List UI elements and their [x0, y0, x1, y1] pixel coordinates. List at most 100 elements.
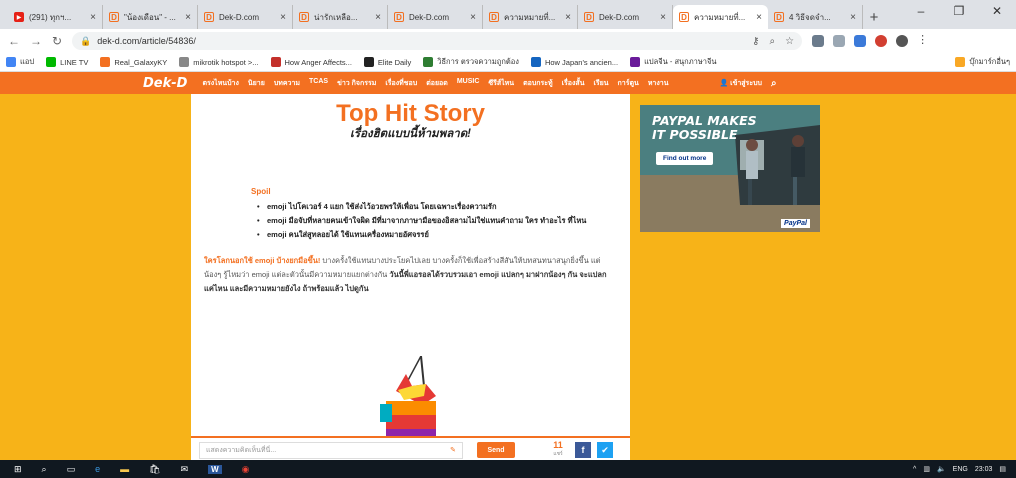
file-explorer-icon[interactable]: ▬ [120, 464, 129, 474]
browser-tab[interactable]: D 4 วิธีจดจำ... × [768, 5, 863, 29]
article-content: Top Hit Story เรื่องฮิตแบบนี้ห้ามพลาด! S… [191, 94, 630, 460]
star-icon[interactable]: ☆ [785, 36, 794, 47]
bookmark-item[interactable]: LINE TV [46, 57, 88, 67]
bookmark-item[interactable]: บุ๊กมาร์กอื่นๆ [955, 56, 1010, 68]
site-nav-item[interactable]: การ์ตูน [618, 78, 639, 89]
bookmark-item[interactable]: วิธีการ ตรวจความถูกต้อง [423, 56, 519, 68]
login-link[interactable]: 👤 เข้าสู่ระบบ [720, 78, 762, 89]
mail-icon[interactable]: ✉ [181, 464, 189, 475]
site-nav-item[interactable]: ตรงไหนบ้าง [202, 78, 238, 89]
site-nav-item[interactable]: เรื่องสั้น [562, 78, 585, 89]
word-icon[interactable]: W [208, 464, 222, 474]
bookmark-item[interactable]: Elite Daily [363, 57, 411, 67]
maximize-button[interactable]: ❐ [940, 0, 978, 22]
extension-icon[interactable] [812, 35, 825, 47]
comment-input[interactable]: แสดงความคิดเห็นที่นี่... ✎ [199, 441, 463, 459]
key-icon[interactable]: ⚷ [752, 36, 759, 47]
browser-tab[interactable]: D Dek-D.com × [388, 5, 483, 29]
search-icon[interactable]: ⌕ [42, 464, 47, 475]
video-icon [530, 57, 541, 67]
spoil-label: Spoil [251, 187, 271, 196]
bookmark-item[interactable]: mikrotik hotspot >... [179, 57, 259, 67]
close-tab-icon[interactable]: × [375, 12, 381, 23]
extension-icon[interactable] [854, 35, 867, 47]
site-nav-item[interactable]: เรียน [594, 78, 609, 89]
close-tab-icon[interactable]: × [660, 12, 666, 23]
profile-avatar[interactable] [896, 35, 909, 47]
dekd-icon: D [679, 12, 689, 22]
edge-icon[interactable]: e [95, 464, 100, 474]
bookmark-item[interactable]: แอป [6, 56, 34, 68]
browser-tab[interactable]: ▶ (291) ทุกฯ... × [8, 5, 103, 29]
notification-icon[interactable]: ▤ [999, 465, 1006, 473]
article-title: Top Hit Story [336, 100, 485, 127]
paypal-ad[interactable]: PAYPAL MAKES IT POSSIBLE Find out more P… [640, 105, 820, 232]
apps-icon [6, 57, 16, 67]
site-nav-item[interactable]: MUSIC [457, 78, 480, 89]
folder-icon [955, 57, 966, 67]
bookmark-item[interactable]: How Anger Affects... [270, 57, 352, 67]
close-tab-icon[interactable]: × [470, 12, 476, 23]
edit-icon: ✎ [450, 447, 456, 454]
intro-highlight: ใครโลกนอกใช้ emoji บ้างยกมือขึ้น! [204, 256, 321, 265]
spoil-item: emoji มือจับที่หลายคนเข้าใจผิด มีที่มาจา… [257, 214, 621, 228]
dekd-icon: D [489, 12, 499, 22]
clock[interactable]: 23:03 [975, 466, 993, 473]
browser-tab[interactable]: D ความหมายที่... × [673, 5, 768, 29]
extension-icon[interactable] [833, 35, 846, 47]
browser-tab[interactable]: D ความหมายที่... × [483, 5, 578, 29]
bookmark-item[interactable]: Real_GalaxyKY [100, 57, 167, 67]
search-icon[interactable]: ⌕ [771, 78, 777, 89]
menu-dots-icon[interactable]: ⋮ [917, 35, 928, 47]
close-tab-icon[interactable]: × [565, 12, 571, 23]
windows-start-icon[interactable]: ⊞ [14, 464, 22, 475]
site-nav-item[interactable]: หางาน [648, 78, 669, 89]
facebook-share-icon[interactable]: f [575, 442, 591, 458]
close-window-button[interactable]: ✕ [978, 0, 1016, 22]
extension-icon[interactable] [875, 35, 888, 47]
minimize-button[interactable]: – [902, 0, 940, 22]
browser-tab[interactable]: D "น้องเดือน" - ... × [103, 5, 198, 29]
zoom-icon[interactable]: ⌕ [769, 36, 775, 47]
network-icon[interactable]: ▥ [923, 465, 930, 473]
bookmark-item[interactable]: แปลจีน - สนุกภาษาจีน [630, 56, 717, 68]
site-nav-item[interactable]: เรื่องที่ชอบ [385, 78, 417, 89]
new-tab-button[interactable]: + [863, 5, 885, 29]
send-button[interactable]: Send [477, 442, 515, 458]
tray-chevron-icon[interactable]: ^ [913, 466, 916, 473]
site-nav-item[interactable]: ต่อยอด [426, 78, 448, 89]
site-nav-item[interactable]: ซีรีส์ไหน [488, 78, 514, 89]
site-nav-item[interactable]: ข่าว กิจกรรม [337, 78, 376, 89]
task-view-icon[interactable]: ▭ [67, 464, 76, 475]
close-tab-icon[interactable]: × [185, 12, 191, 23]
close-tab-icon[interactable]: × [850, 12, 856, 23]
bookmark-label: Real_GalaxyKY [114, 57, 168, 67]
browser-tab[interactable]: D น่ารักเหลือ... × [293, 5, 388, 29]
store-icon[interactable]: 🛍 [149, 464, 160, 475]
spoil-list: emoji ไปโคเวอร์ 4 แยก ใช้ส่งไว้อวยพรให้เ… [251, 200, 621, 242]
site-nav-item[interactable]: บทความ [274, 78, 300, 89]
bookmark-item[interactable]: How Japan's ancien... [530, 57, 618, 67]
system-tray: ^ ▥ 🔈 ENG 23:03 ▤ [913, 465, 1016, 474]
chrome-icon[interactable]: ◉ [242, 464, 250, 475]
ad-cta-button[interactable]: Find out more [656, 152, 714, 165]
back-arrow-icon[interactable]: ← [8, 34, 20, 48]
close-tab-icon[interactable]: × [280, 12, 286, 23]
window-controls: – ❐ ✕ [902, 0, 1016, 22]
browser-tab[interactable]: D Dek-D.com × [198, 5, 293, 29]
language-indicator[interactable]: ENG [953, 466, 968, 473]
site-nav-item[interactable]: นิยาย [248, 78, 265, 89]
forward-arrow-icon[interactable]: → [30, 34, 42, 48]
close-tab-icon[interactable]: × [90, 12, 96, 23]
close-tab-icon[interactable]: × [756, 12, 762, 23]
twitter-share-icon[interactable]: ✔ [597, 442, 613, 458]
site-nav-item[interactable]: TCAS [309, 78, 328, 89]
url-text[interactable]: dek-d.com/article/54836/ [97, 36, 196, 46]
reload-icon[interactable]: ↻ [52, 34, 62, 48]
site-nav-item[interactable]: ตอบกระทู้ [523, 78, 553, 89]
omnibox[interactable]: 🔒 dek-d.com/article/54836/ ⚷ ⌕ ☆ [72, 32, 803, 50]
bookmark-label: แปลจีน - สนุกภาษาจีน [644, 57, 717, 66]
site-logo[interactable]: Dek-D [143, 76, 187, 91]
volume-icon[interactable]: 🔈 [937, 465, 946, 473]
browser-tab[interactable]: D Dek-D.com × [578, 5, 673, 29]
